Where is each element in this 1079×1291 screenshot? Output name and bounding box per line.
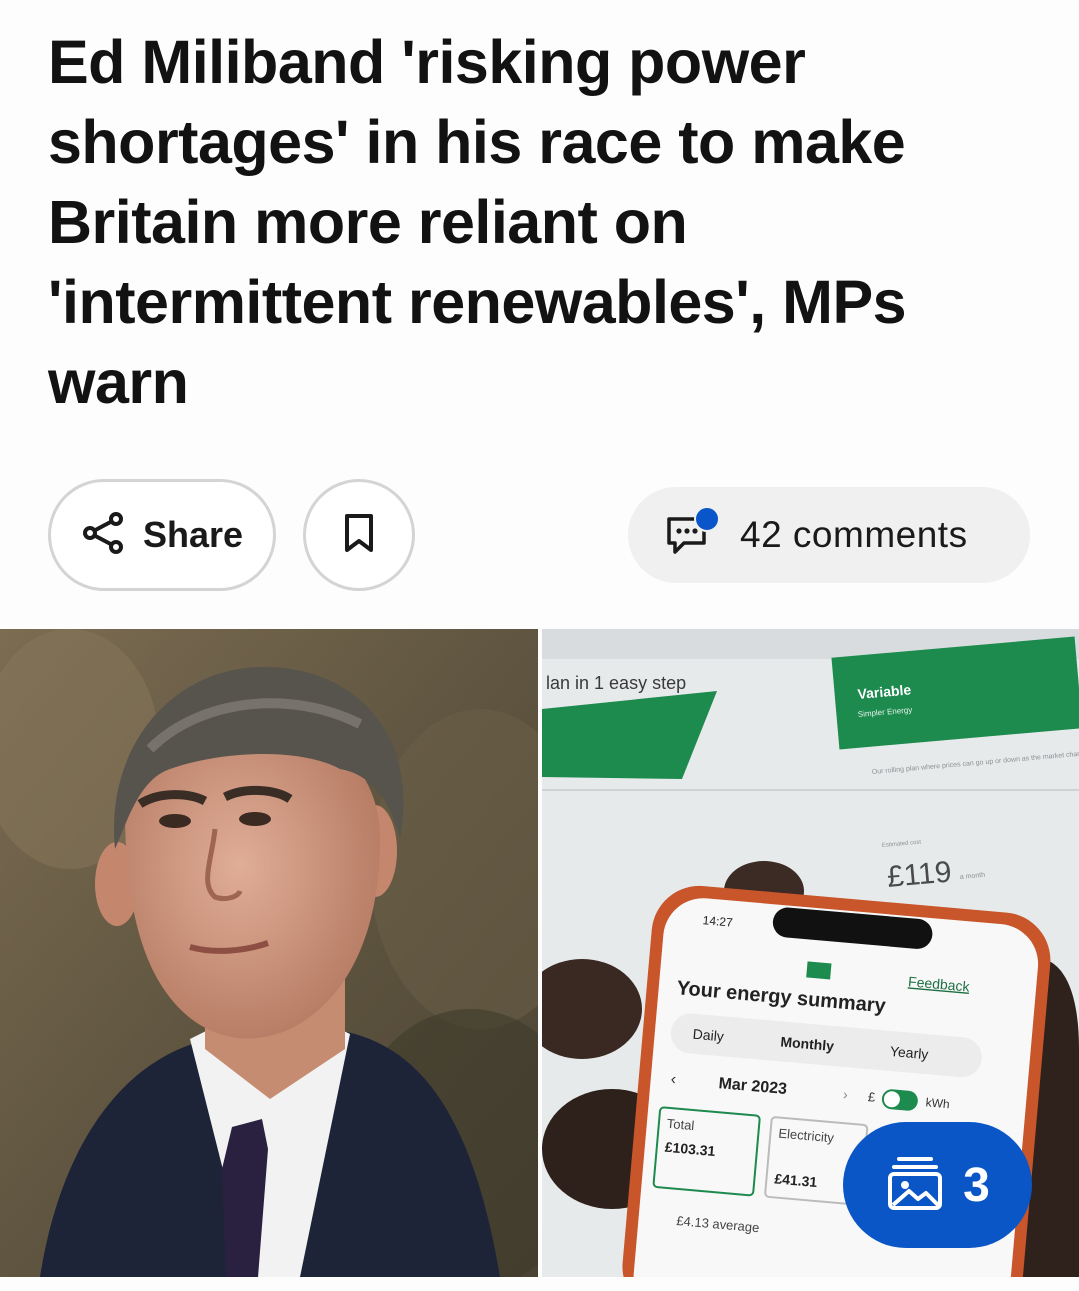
phone-tab-daily: Daily	[692, 1026, 724, 1045]
article-headline: Ed Miliband 'risking power shortages' in…	[48, 28, 907, 416]
gallery-count: 3	[963, 1158, 990, 1212]
phone-tab-yearly: Yearly	[889, 1043, 929, 1062]
gallery-button[interactable]: 3	[843, 1122, 1032, 1248]
comment-icon	[664, 506, 720, 560]
share-icon	[81, 511, 125, 560]
portrait-photo[interactable]	[0, 629, 538, 1277]
bookmark-icon	[342, 513, 376, 558]
unread-indicator	[694, 506, 720, 532]
phone-time: 14:27	[702, 913, 733, 930]
phone-toggle-right: kWh	[925, 1095, 950, 1111]
web-heading: lan in 1 easy step	[546, 673, 686, 693]
share-button[interactable]: Share	[48, 479, 276, 591]
phone-total-label: Total	[666, 1116, 695, 1133]
share-label: Share	[142, 514, 244, 555]
bookmark-button[interactable]	[303, 479, 415, 591]
comments-button[interactable]: 42 comments	[628, 487, 1030, 583]
gallery-icon	[885, 1153, 945, 1218]
web-price: £119	[886, 855, 953, 893]
comments-count: 42 comments	[740, 514, 968, 555]
